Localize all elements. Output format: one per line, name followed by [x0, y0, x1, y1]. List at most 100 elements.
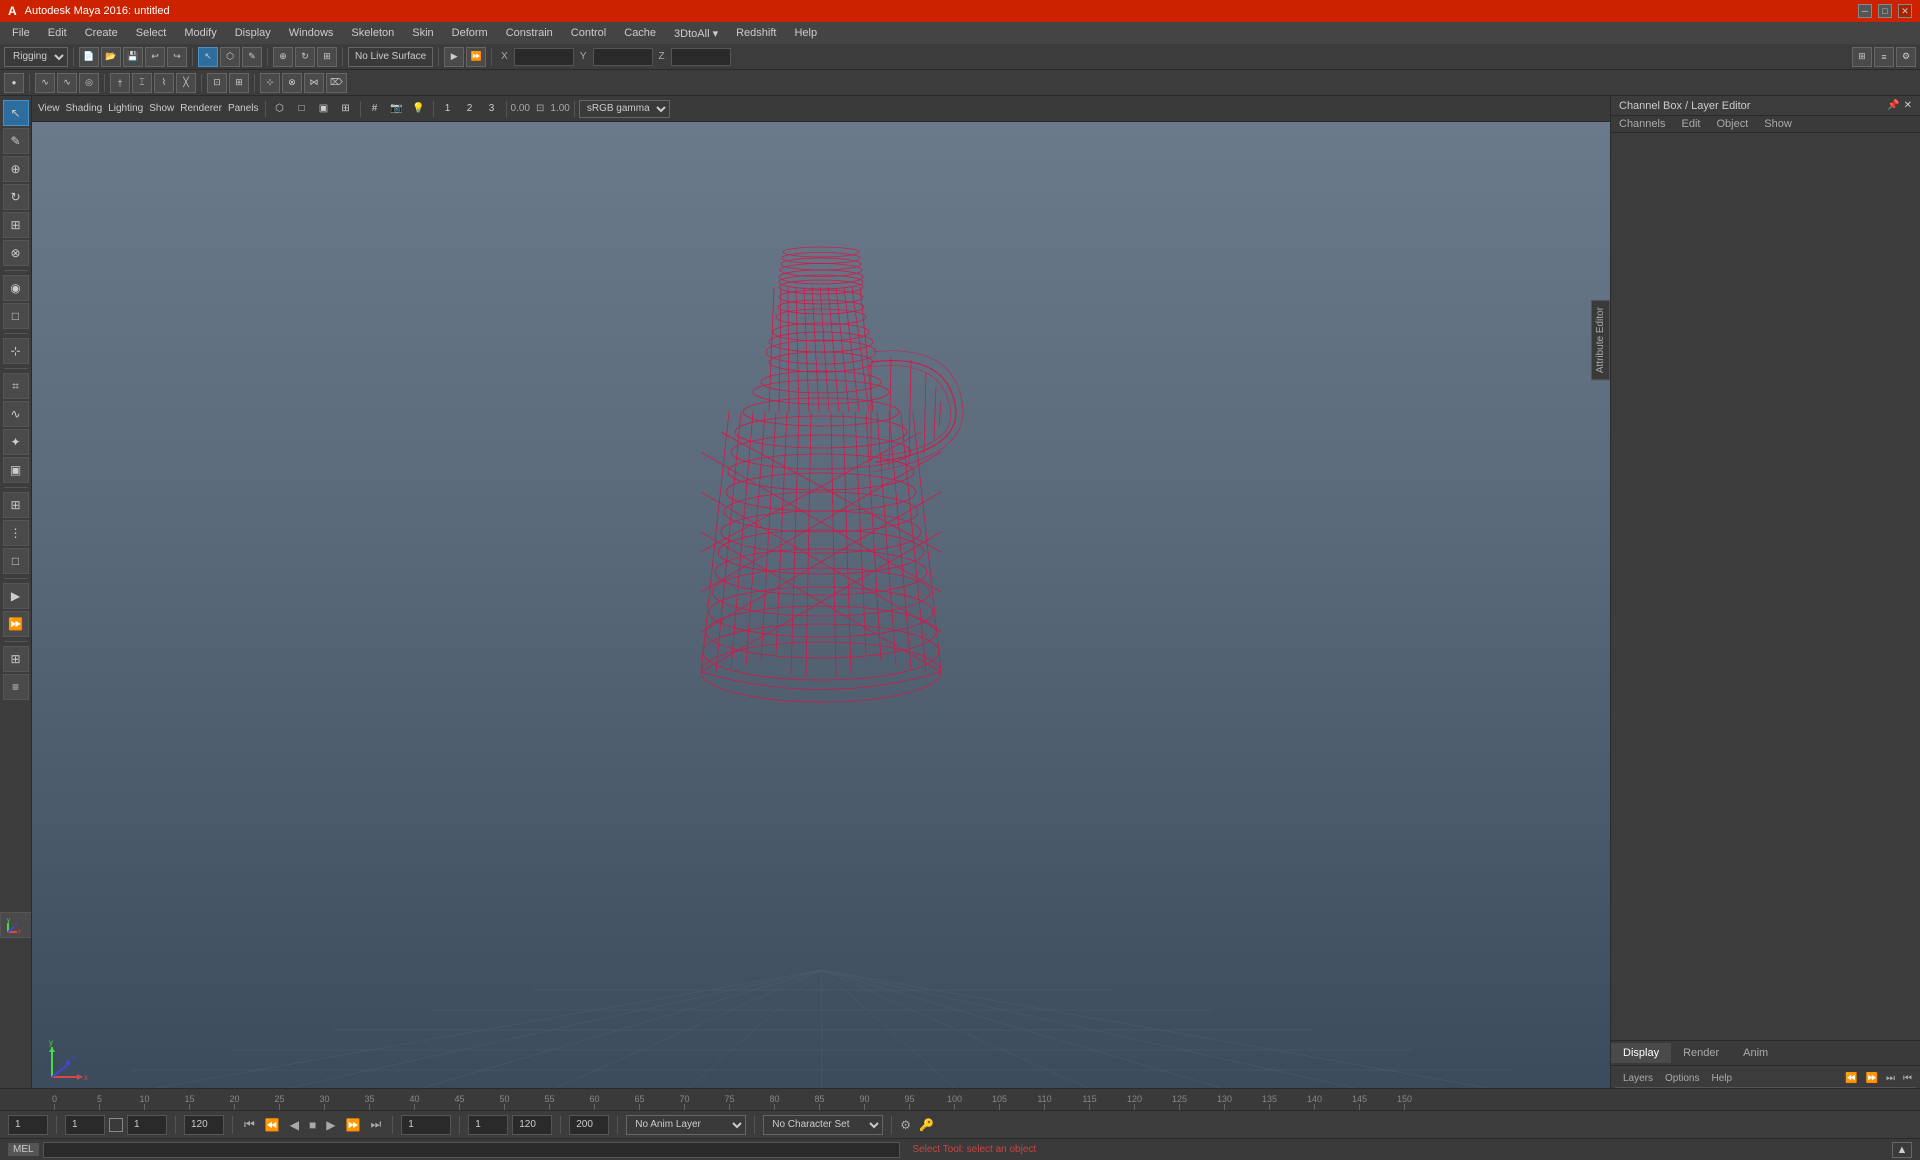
ik2-btn[interactable]: ⌇: [154, 73, 174, 93]
panels-menu-btn[interactable]: Panels: [226, 99, 261, 119]
cb-options-label[interactable]: Options: [1661, 1072, 1703, 1085]
hypergraph-btn[interactable]: ⊞: [3, 646, 29, 672]
anim-layer-combo[interactable]: No Anim Layer: [626, 1115, 746, 1135]
redo-btn[interactable]: ↪: [167, 47, 187, 67]
coord-x-value[interactable]: [514, 48, 574, 66]
lighting-menu-btn[interactable]: Lighting: [106, 99, 145, 119]
attr-editor-btn[interactable]: ≡: [1874, 47, 1894, 67]
char-set-icon-btn[interactable]: ⚙: [900, 1118, 911, 1132]
channel-box-pin-btn[interactable]: 📌: [1887, 100, 1899, 111]
coord-z-value[interactable]: [671, 48, 731, 66]
workspace-combo[interactable]: Rigging: [4, 47, 68, 67]
bounding-btn[interactable]: ⊞: [336, 99, 356, 119]
timeline-tick[interactable]: 115: [1067, 1094, 1112, 1110]
outliner-btn[interactable]: ≡: [3, 674, 29, 700]
mel-label[interactable]: MEL: [8, 1143, 39, 1156]
title-bar-right[interactable]: ─ □ ✕: [1858, 4, 1912, 18]
frame2-field[interactable]: 1: [65, 1115, 105, 1135]
attr-editor-side-tab[interactable]: Attribute Editor: [1591, 300, 1610, 380]
curves-btn[interactable]: ∿: [35, 73, 55, 93]
timeline-tick[interactable]: 145: [1337, 1094, 1382, 1110]
next-frame-btn[interactable]: ⏩: [342, 1118, 363, 1132]
render-btn[interactable]: ▶: [444, 47, 464, 67]
scale-tool-btn[interactable]: ⊞: [3, 212, 29, 238]
cmd-expand-btn[interactable]: ▲: [1892, 1142, 1912, 1158]
tool-settings-btn[interactable]: ⚙: [1896, 47, 1916, 67]
universal-tool-btn[interactable]: ⊗: [3, 240, 29, 266]
timeline-tick[interactable]: 60: [572, 1094, 617, 1110]
prev-frame-btn[interactable]: ⏪: [262, 1118, 283, 1132]
go-start-btn[interactable]: ⏮: [241, 1117, 258, 1132]
multi-layout-btn[interactable]: ⊞: [3, 492, 29, 518]
single-layout-btn[interactable]: □: [3, 548, 29, 574]
menu-file[interactable]: File: [4, 25, 38, 41]
res2-btn[interactable]: 2: [460, 99, 480, 119]
cb-menu-channels[interactable]: Channels: [1611, 116, 1673, 132]
menu-select[interactable]: Select: [128, 25, 175, 41]
channel-box-btn[interactable]: ⊞: [1852, 47, 1872, 67]
select-btn[interactable]: ↖: [198, 47, 218, 67]
timeline-tick[interactable]: 45: [437, 1094, 482, 1110]
menu-deform[interactable]: Deform: [444, 25, 496, 41]
timeline-tick[interactable]: 140: [1292, 1094, 1337, 1110]
snap-surface-btn[interactable]: ▣: [3, 457, 29, 483]
cb-help-label[interactable]: Help: [1707, 1072, 1736, 1085]
coord-y-value[interactable]: [593, 48, 653, 66]
show-manip-btn[interactable]: ⊹: [3, 338, 29, 364]
skin2-btn[interactable]: ⊞: [229, 73, 249, 93]
menu-windows[interactable]: Windows: [281, 25, 342, 41]
timeline-tick[interactable]: 5: [77, 1094, 122, 1110]
paint-btn[interactable]: ✎: [242, 47, 262, 67]
scale-btn[interactable]: ⊞: [317, 47, 337, 67]
open-scene-btn[interactable]: 📂: [101, 47, 121, 67]
timeline-tick[interactable]: 55: [527, 1094, 572, 1110]
timeline-tick[interactable]: 105: [977, 1094, 1022, 1110]
menu-skeleton[interactable]: Skeleton: [343, 25, 402, 41]
char-set-key-btn[interactable]: 🔑: [919, 1118, 934, 1132]
new-scene-btn[interactable]: 📄: [79, 47, 99, 67]
skin-btn[interactable]: ⊡: [207, 73, 227, 93]
timeline-tick[interactable]: 90: [842, 1094, 887, 1110]
ik-btn[interactable]: ⌶: [132, 73, 152, 93]
timeline-tick[interactable]: 100: [932, 1094, 977, 1110]
lasso-btn[interactable]: ⬡: [220, 47, 240, 67]
timeline-tick[interactable]: 50: [482, 1094, 527, 1110]
deform-btn[interactable]: ⋈: [304, 73, 324, 93]
playback-end-field[interactable]: 120: [512, 1115, 552, 1135]
camera-tools-btn[interactable]: □: [3, 303, 29, 329]
paint-select-btn[interactable]: ✎: [3, 128, 29, 154]
timeline-tick[interactable]: 40: [392, 1094, 437, 1110]
timeline-tick[interactable]: 110: [1022, 1094, 1067, 1110]
menu-constrain[interactable]: Constrain: [498, 25, 561, 41]
char-set-combo[interactable]: No Character Set: [763, 1115, 883, 1135]
soft-mod-btn[interactable]: ◉: [3, 275, 29, 301]
end-frame-field[interactable]: 120: [184, 1115, 224, 1135]
checkbox1[interactable]: [109, 1118, 123, 1132]
close-button[interactable]: ✕: [1898, 4, 1912, 18]
timeline-tick[interactable]: 85: [797, 1094, 842, 1110]
menu-control[interactable]: Control: [563, 25, 614, 41]
smooth-btn[interactable]: ▣: [314, 99, 334, 119]
undo-btn[interactable]: ↩: [145, 47, 165, 67]
cb-tab-display[interactable]: Display: [1611, 1043, 1671, 1063]
wireframe-btn[interactable]: ⬡: [270, 99, 290, 119]
timeline-tick[interactable]: 125: [1157, 1094, 1202, 1110]
select-tool-btn[interactable]: ↖: [3, 100, 29, 126]
current-frame-field[interactable]: 1: [8, 1115, 48, 1135]
timeline-tick[interactable]: 35: [347, 1094, 392, 1110]
quad-layout-btn[interactable]: ⋮: [3, 520, 29, 546]
res-btn[interactable]: 1: [438, 99, 458, 119]
menu-create[interactable]: Create: [77, 25, 126, 41]
go-end-btn[interactable]: ⏭: [367, 1117, 384, 1132]
light-btn[interactable]: 💡: [409, 99, 429, 119]
timeline-tick[interactable]: 135: [1247, 1094, 1292, 1110]
timeline-tick[interactable]: 95: [887, 1094, 932, 1110]
rotate-btn[interactable]: ↻: [295, 47, 315, 67]
viewport-3d[interactable]: persp x y z: [32, 122, 1610, 1110]
lattice-btn[interactable]: ⌦: [326, 73, 347, 93]
show-menu-btn[interactable]: Show: [147, 99, 176, 119]
cb-new-layer-btn[interactable]: ⏪: [1845, 1073, 1857, 1084]
timeline-tick[interactable]: 130: [1202, 1094, 1247, 1110]
cb-tab-anim[interactable]: Anim: [1731, 1043, 1780, 1063]
timeline-tick[interactable]: 20: [212, 1094, 257, 1110]
